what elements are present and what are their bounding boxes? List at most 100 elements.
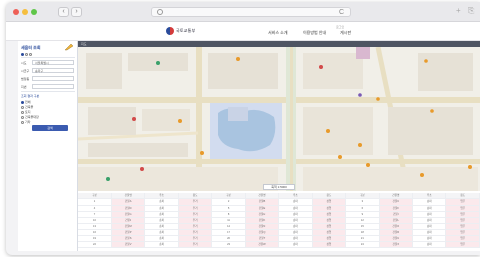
poi-marker-icon[interactable] [358,93,362,97]
browser-window: ‹ › C + ⎘ 국토교통부 로그인 서비스 소개 이용방법 안내 게시판 세… [6,2,480,255]
poi-marker-icon[interactable] [338,155,342,159]
building-block [86,53,122,89]
poi-marker-icon[interactable] [376,97,380,101]
forward-button[interactable]: › [71,7,82,17]
column-header[interactable]: 건물명 [245,193,280,199]
logo-text: 국토교통부 [176,28,196,33]
poi-marker-icon[interactable] [106,177,110,181]
table-cell: 상업 [312,241,347,248]
sidebar-bottom [18,191,78,251]
sido-select[interactable]: 서울특별시 [32,60,74,65]
login-link[interactable]: 로그인 [336,25,344,29]
minimize-window-icon[interactable] [22,9,28,15]
tabs-overview-icon[interactable]: ⎘ [468,6,474,16]
option-label: 토지 [25,110,31,114]
table-cell: 24 [345,241,380,248]
table-row[interactable]: 22 건물V 송파 주거 23 건물W 송파 상업 24 건물X 송파 업무 [78,241,480,248]
column-header[interactable]: 구분 [78,193,112,199]
column-header[interactable]: 건물명 [379,193,414,199]
table-cell: 송파 [278,241,313,248]
option-register[interactable]: 건축물대장 [21,115,39,119]
column-header[interactable]: 구분 [211,193,246,199]
poi-marker-icon[interactable] [236,57,240,61]
map-canvas[interactable] [78,47,480,191]
building-block [88,107,136,135]
column-header[interactable]: 주소 [278,193,313,199]
table-cell: 23 [211,241,246,248]
building-block [303,167,478,191]
poi-marker-icon[interactable] [156,61,160,65]
address-bar[interactable]: C [151,7,351,17]
sidebar-title: 세움터 조회 [21,45,41,50]
poi-marker-icon[interactable] [424,59,428,63]
divider [21,91,75,92]
building-block [356,47,370,59]
poi-marker-icon[interactable] [200,151,204,155]
jibun-input[interactable] [32,84,74,89]
filter-label-jibun: 지번 [21,85,27,89]
filter-label-sido: 시도 [21,61,27,65]
option-building[interactable]: 건축물 [21,105,33,109]
sigungu-select[interactable]: 송파구 [32,68,74,73]
building-block [142,109,190,131]
close-window-icon[interactable] [13,9,19,15]
logo-emblem-icon [166,27,174,35]
table-cell: 건물V [111,241,146,248]
site-logo[interactable]: 국토교통부 [166,27,204,36]
option-land[interactable]: 토지 [21,110,31,114]
radio-icon [21,120,24,124]
nav-item-guide[interactable]: 이용방법 안내 [303,30,326,36]
poi-marker-icon[interactable] [319,65,323,69]
poi-marker-icon[interactable] [366,163,370,167]
poi-marker-icon[interactable] [132,117,136,121]
building-block [303,107,373,155]
option-all[interactable]: 전체 [21,100,31,104]
new-tab-icon[interactable]: + [456,6,461,16]
table-cell: 건물W [245,241,280,248]
search-button[interactable]: 검색 [32,125,68,131]
building-block [208,53,278,89]
column-header[interactable]: 구분 [345,193,380,199]
building-block [228,107,248,121]
radio-icon [21,115,24,119]
column-header[interactable]: 용도 [178,193,213,199]
column-header[interactable]: 건물명 [111,193,146,199]
option-etc[interactable]: 기타 [21,120,31,124]
poi-marker-icon[interactable] [430,109,434,113]
road [78,97,480,103]
radio-address[interactable] [21,52,24,56]
option-label: 기타 [25,120,31,124]
nav-item-board[interactable]: 게시판 [340,30,351,36]
back-button[interactable]: ‹ [58,7,69,17]
maximize-window-icon[interactable] [31,9,37,15]
poi-marker-icon[interactable] [358,143,362,147]
dong-select[interactable] [32,76,74,81]
reload-icon[interactable]: C [339,8,344,17]
nav-item-intro[interactable]: 서비스 소개 [268,30,288,36]
poi-marker-icon[interactable] [420,173,424,177]
app-area: 세움터 조회 시도 서울특별시 시군구 송파구 법정동 지번 조회 결과 구분 … [18,41,480,251]
column-header[interactable]: 용도 [445,193,480,199]
column-header[interactable]: 주소 [144,193,179,199]
option-label: 전체 [25,100,31,104]
column-header[interactable]: 용도 [312,193,347,199]
radio-icon [21,110,24,114]
table-cell: 업무 [445,241,480,248]
map-view[interactable]: 축척 1:5000 [78,47,480,191]
sidebar-radio-row [21,52,33,56]
building-block [303,53,363,89]
table-cell: 건물X [379,241,414,248]
radio-name[interactable] [29,52,32,56]
pencil-icon[interactable] [64,43,74,51]
filter-label-sigungu: 시군구 [21,69,30,73]
map-scale-label: 축척 1:5000 [263,184,295,190]
poi-marker-icon[interactable] [468,165,472,169]
radio-road[interactable] [25,52,28,56]
table-cell: 송파 [412,241,447,248]
radio-icon [21,100,24,104]
column-header[interactable]: 주소 [412,193,447,199]
table-cell: 22 [78,241,112,248]
poi-marker-icon[interactable] [178,119,182,123]
poi-marker-icon[interactable] [326,129,330,133]
poi-marker-icon[interactable] [140,167,144,171]
